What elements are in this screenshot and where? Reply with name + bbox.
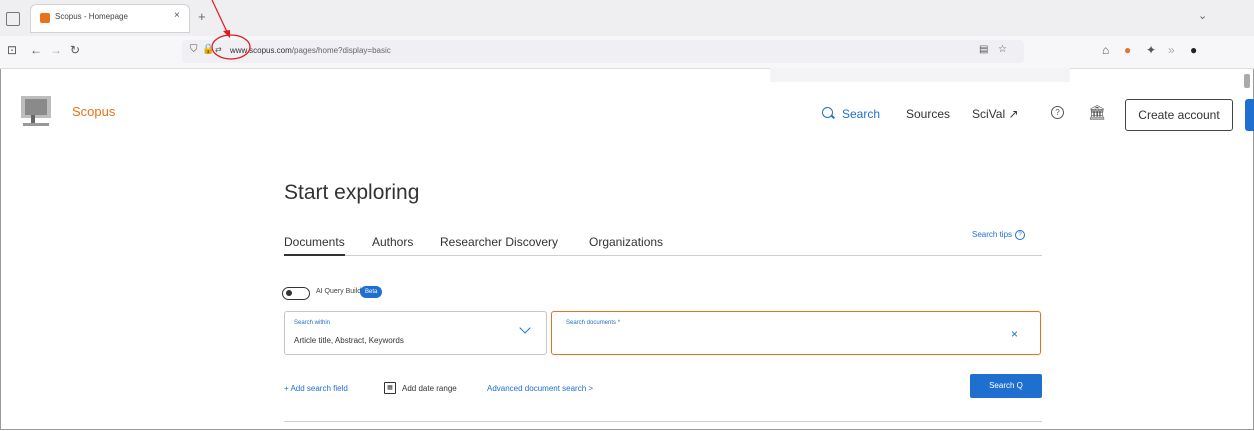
forward-icon[interactable]: → xyxy=(50,43,62,57)
search-within-value: Article title, Abstract, Keywords xyxy=(294,336,404,345)
back-icon[interactable]: ← xyxy=(30,43,42,57)
nav-scival-link[interactable]: SciVal ↗ xyxy=(972,107,1019,121)
bookmark-strip xyxy=(770,68,1070,82)
url-host: www.scopus.com xyxy=(230,46,292,55)
url-text[interactable]: www.scopus.com/pages/home?display=basic xyxy=(230,46,391,55)
clear-icon[interactable]: × xyxy=(1011,327,1018,341)
nav-search-link[interactable]: Search xyxy=(842,107,880,121)
browser-tab-bar: Scopus - Homepage × + ⌄ xyxy=(0,0,1254,37)
search-documents-label: Search documents * xyxy=(566,320,621,326)
ai-query-builder-toggle[interactable] xyxy=(282,287,310,300)
reload-icon[interactable]: ↻ xyxy=(70,43,80,57)
search-documents-input[interactable] xyxy=(564,334,1004,348)
scopus-brand[interactable]: Scopus xyxy=(72,104,115,119)
search-icon[interactable] xyxy=(822,107,833,118)
sign-in-button-edge[interactable] xyxy=(1245,99,1254,131)
scrollbar-thumb[interactable] xyxy=(1244,74,1250,88)
divider xyxy=(284,421,1042,422)
browser-tab-scopus[interactable]: Scopus - Homepage × xyxy=(30,4,190,33)
browser-toolbar: ⊡ ← → ↻ ⛉ 🔒 ⇄ www.scopus.com/pages/home?… xyxy=(0,36,1254,69)
tab-close-icon[interactable]: × xyxy=(174,10,180,21)
url-path: /pages/home?display=basic xyxy=(291,46,391,55)
search-documents-field[interactable]: Search documents * × xyxy=(551,311,1041,355)
institution-icon[interactable]: 🏛 xyxy=(1088,104,1106,121)
help-icon[interactable]: ? xyxy=(1051,106,1064,119)
page-title: Start exploring xyxy=(284,181,420,204)
search-button[interactable]: Search Q xyxy=(970,374,1042,398)
reader-view-icon[interactable]: ▤ xyxy=(979,44,988,55)
address-bar[interactable]: ⛉ 🔒 ⇄ www.scopus.com/pages/home?display=… xyxy=(182,40,1024,63)
beta-badge: Beta xyxy=(360,286,383,298)
add-date-range-link[interactable]: Add date range xyxy=(402,384,457,393)
chevron-down-icon xyxy=(519,322,531,334)
tab-authors[interactable]: Authors xyxy=(372,235,413,249)
search-within-label: Search within xyxy=(294,320,331,326)
extension-orange-icon[interactable]: ● xyxy=(1124,43,1131,57)
toggle-knob xyxy=(286,290,292,296)
tab-documents[interactable]: Documents xyxy=(284,235,345,256)
account-icon[interactable]: ● xyxy=(1190,43,1197,57)
tab-title: Scopus - Homepage xyxy=(55,12,128,21)
sidebar-icon[interactable]: ⊡ xyxy=(7,43,17,57)
shield-icon[interactable]: ⛉ xyxy=(190,44,198,55)
search-type-tabs: Documents Authors Researcher Discovery O… xyxy=(284,233,1042,256)
lock-icon[interactable]: 🔒 xyxy=(202,44,214,55)
pocket-icon[interactable]: ⌂ xyxy=(1102,43,1109,57)
advanced-search-link[interactable]: Advanced document search > xyxy=(487,384,593,393)
new-tab-button[interactable]: + xyxy=(198,9,206,24)
search-tips-link[interactable]: Search tips? xyxy=(972,230,1026,240)
sidebar-toggle-icon[interactable] xyxy=(6,12,20,26)
add-search-field-link[interactable]: + Add search field xyxy=(284,384,348,393)
permissions-icon[interactable]: ⇄ xyxy=(215,45,222,54)
bookmark-star-icon[interactable]: ☆ xyxy=(998,44,1007,55)
overflow-icon[interactable]: » xyxy=(1168,43,1175,57)
tab-researcher-discovery[interactable]: Researcher Discovery xyxy=(440,235,558,249)
search-tips-label: Search tips xyxy=(972,230,1013,240)
tab-organizations[interactable]: Organizations xyxy=(589,235,663,249)
help-circle-icon: ? xyxy=(1015,230,1026,240)
list-all-tabs-icon[interactable]: ⌄ xyxy=(1198,9,1207,22)
elsevier-logo-icon xyxy=(21,96,51,126)
scopus-favicon-icon xyxy=(40,13,50,23)
nav-sources-link[interactable]: Sources xyxy=(906,107,950,121)
calendar-icon[interactable]: ▦ xyxy=(384,382,396,394)
extensions-icon[interactable]: ✦ xyxy=(1146,43,1156,57)
create-account-button[interactable]: Create account xyxy=(1125,99,1233,131)
search-within-select[interactable]: Search within Article title, Abstract, K… xyxy=(284,311,547,355)
